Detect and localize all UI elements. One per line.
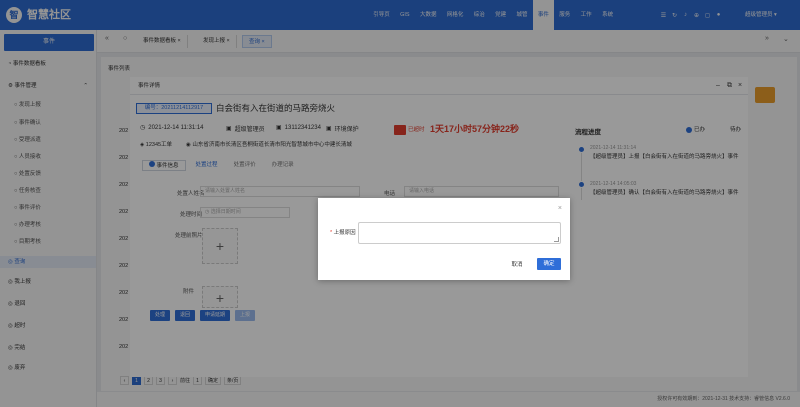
reason-textarea[interactable] <box>358 222 561 244</box>
reason-label: * 上报原因 <box>330 230 356 236</box>
close-icon[interactable]: × <box>558 205 562 212</box>
cancel-button[interactable]: 取消 <box>506 258 528 270</box>
ok-button[interactable]: 确定 <box>537 258 561 270</box>
report-reason-dialog: × * 上报原因 取消 确定 <box>318 198 570 280</box>
